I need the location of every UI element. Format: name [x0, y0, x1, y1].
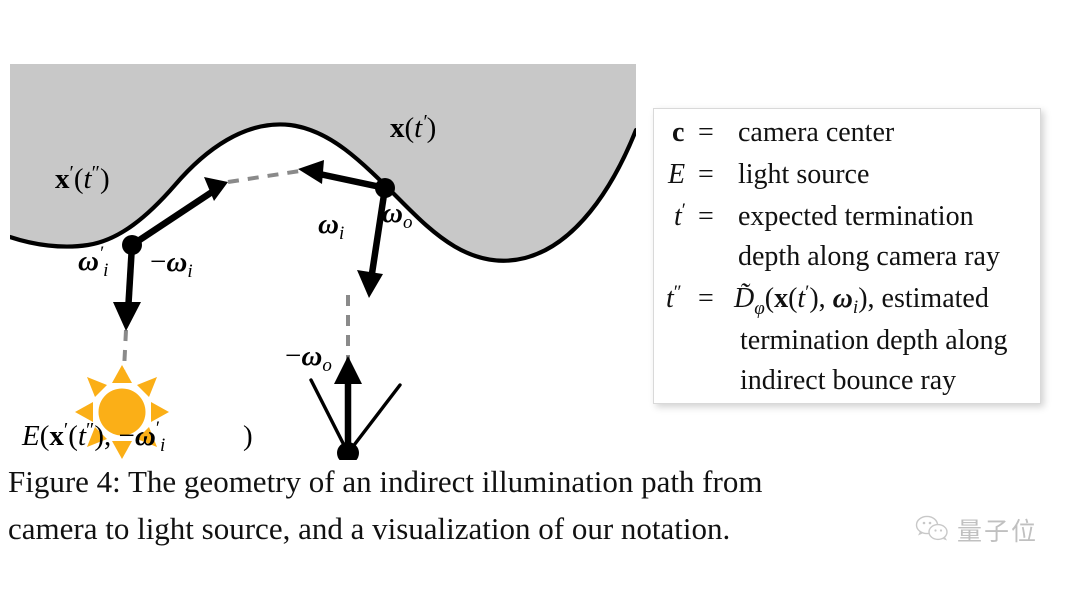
svg-text:indirect bounce ray: indirect bounce ray [740, 365, 956, 396]
legend-row-t-double-prime: t″ = D̃φ(x(t′), ωi), estimated terminati… [666, 282, 1008, 396]
svg-text:−ωi: −ωi [150, 246, 193, 282]
camera-frustum-lines [309, 378, 402, 455]
figure-caption: Figure 4: The geometry of an indirect il… [8, 458, 1072, 552]
caption-line-1: Figure 4: The geometry of an indirect il… [8, 464, 763, 499]
svg-text:expected termination: expected termination [738, 201, 974, 232]
illumination-path-diagram: x(t′) x′(t″) ωi −ωi ωo −ωo ω′i E(x′(t″),… [10, 64, 636, 460]
svg-text:D̃φ(x(t′), ωi), estimated: D̃φ(x(t′), ωi), estimated [733, 282, 989, 319]
wechat-icon [915, 513, 949, 548]
svg-text:=: = [698, 283, 714, 314]
diagram-panel: x(t′) x′(t″) ωi −ωi ωo −ωo ω′i E(x′(t″),… [0, 40, 660, 460]
watermark: 量子位 [915, 512, 1038, 548]
caption-line-2: camera to light source, and a visualizat… [8, 511, 731, 547]
label-x-prime-t-double-prime: x′(t″) [55, 162, 110, 195]
label-omega-i: ωi [318, 208, 344, 244]
svg-text:termination depth along: termination depth along [740, 325, 1008, 356]
svg-text:t′: t′ [674, 200, 686, 232]
svg-text:light source: light source [738, 159, 869, 190]
svg-text:c: c [672, 117, 684, 148]
svg-text:ω′i: ω′i [78, 243, 108, 281]
label-x-t-prime: x(t′) [390, 111, 436, 144]
svg-text:E: E [667, 159, 685, 190]
figure-root: x(t′) x′(t″) ωi −ωi ωo −ωo ω′i E(x′(t″),… [0, 0, 1080, 589]
label-light-emission: E(x′(t″), −ω′i ) [21, 418, 253, 456]
svg-text:x′(t″): x′(t″) [55, 162, 110, 195]
shadow-ray-arrow [113, 244, 141, 331]
svg-text:=: = [698, 117, 714, 148]
label-omega-i-prime: ω′i [78, 243, 108, 281]
svg-text:=: = [698, 201, 714, 232]
svg-text:x(t′): x(t′) [390, 111, 436, 144]
outgoing-direction-arrow [357, 187, 389, 298]
notation-legend-content: c = camera center E = light source t′ = … [666, 117, 1008, 396]
svg-text:−ωo: −ωo [285, 340, 332, 376]
legend-row-light-source: E = light source [667, 159, 869, 190]
svg-text:camera center: camera center [738, 117, 895, 148]
watermark-text: 量子位 [957, 517, 1039, 546]
legend-row-t-prime: t′ = expected termination depth along ca… [674, 200, 1000, 272]
svg-text:t″: t″ [666, 282, 682, 314]
point-x-t-prime [375, 178, 395, 198]
svg-text:=: = [698, 159, 714, 190]
point-x-prime-t-double-prime [122, 235, 142, 255]
notation-legend-box: c = camera center E = light source t′ = … [653, 108, 1041, 404]
svg-text:ωi: ωi [318, 208, 344, 244]
svg-text:): ) [243, 420, 253, 452]
label-minus-omega-i: −ωi [150, 246, 193, 282]
legend-row-camera-center: c = camera center [672, 117, 895, 148]
svg-text:E(x′(t″), −ω′i: E(x′(t″), −ω′i [21, 418, 165, 456]
svg-text:depth along camera ray: depth along camera ray [738, 241, 1000, 272]
label-minus-omega-o: −ωo [285, 340, 332, 376]
